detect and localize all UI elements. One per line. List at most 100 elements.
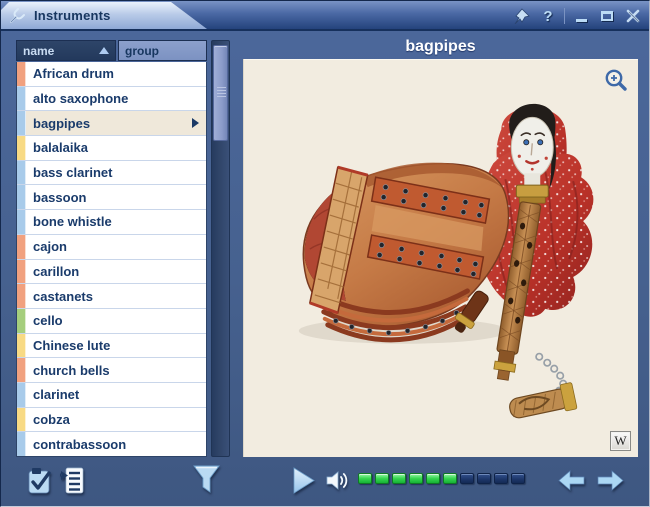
- volume-button[interactable]: [325, 469, 350, 497]
- column-header-group[interactable]: group: [118, 40, 207, 61]
- volume-segment[interactable]: [477, 473, 491, 484]
- play-button[interactable]: [292, 467, 316, 499]
- zoom-in-button[interactable]: [603, 67, 629, 93]
- list-item[interactable]: contrabassoon: [17, 432, 206, 456]
- list-item[interactable]: bassoon: [17, 185, 206, 210]
- help-button[interactable]: ?: [538, 6, 558, 26]
- filter-button[interactable]: [193, 465, 220, 501]
- previous-button[interactable]: [557, 469, 586, 497]
- list-item[interactable]: Chinese lute: [17, 334, 206, 359]
- group-color-strip: [17, 432, 26, 456]
- instrument-name: castanets: [33, 289, 93, 304]
- title-tab: Instruments: [1, 2, 209, 29]
- group-color-strip: [17, 334, 26, 358]
- list-item[interactable]: bass clarinet: [17, 161, 206, 186]
- scrollbar-grip: [217, 87, 226, 99]
- list-item[interactable]: church bells: [17, 358, 206, 383]
- group-color-strip: [17, 136, 26, 160]
- quiz-mode-button[interactable]: [28, 467, 53, 500]
- wikipedia-label: W: [614, 433, 626, 449]
- volume-segment[interactable]: [443, 473, 457, 484]
- column-group-label: group: [125, 44, 159, 58]
- list-item[interactable]: cello: [17, 309, 206, 334]
- window-controls: ?: [512, 5, 643, 27]
- instrument-name: church bells: [33, 363, 110, 378]
- instrument-name: contrabassoon: [33, 437, 126, 452]
- minimize-button[interactable]: [571, 6, 591, 26]
- volume-segment[interactable]: [392, 473, 406, 484]
- next-button[interactable]: [596, 469, 625, 497]
- instrument-rows: African drum alto saxophone bagpipes balala…: [16, 62, 207, 457]
- list-item[interactable]: alto saxophone: [17, 87, 206, 112]
- help-label: ?: [543, 8, 552, 25]
- sort-ascending-icon: [99, 47, 109, 54]
- instrument-name: balalaika: [33, 140, 88, 155]
- group-color-strip: [17, 235, 26, 259]
- instrument-name: cajon: [33, 239, 67, 254]
- volume-segment[interactable]: [375, 473, 389, 484]
- close-button[interactable]: [623, 6, 643, 26]
- group-color-strip: [17, 161, 26, 185]
- volume-segment[interactable]: [511, 473, 525, 484]
- tuning-fork-icon: [9, 8, 26, 24]
- group-color-strip: [17, 284, 26, 308]
- column-name-label: name: [23, 44, 54, 58]
- controls-divider: [564, 8, 565, 24]
- scrollbar-thumb[interactable]: [213, 45, 228, 141]
- list-item[interactable]: balalaika: [17, 136, 206, 161]
- arrow-right-icon: [596, 469, 625, 492]
- selected-row-arrow-icon: [192, 118, 199, 128]
- maximize-button[interactable]: [597, 6, 617, 26]
- bagpipes-illustration: [244, 59, 638, 457]
- instrument-name: Chinese lute: [33, 338, 110, 353]
- group-color-strip: [17, 358, 26, 382]
- volume-segment[interactable]: [460, 473, 474, 484]
- instrument-name: alto saxophone: [33, 91, 128, 106]
- group-color-strip: [17, 210, 26, 234]
- list-item[interactable]: cobza: [17, 408, 206, 433]
- filter-funnel-icon: [193, 465, 220, 496]
- list-item[interactable]: bone whistle: [17, 210, 206, 235]
- group-color-strip: [17, 87, 26, 111]
- title-bar[interactable]: Instruments ?: [1, 1, 649, 31]
- group-color-strip: [17, 111, 26, 135]
- group-color-strip: [17, 260, 26, 284]
- arrow-left-icon: [557, 469, 586, 492]
- instrument-name: cobza: [33, 412, 70, 427]
- instruments-window: Instruments ? name: [0, 0, 650, 507]
- speaker-icon: [325, 469, 350, 492]
- pin-icon[interactable]: [512, 6, 532, 26]
- list-item[interactable]: clarinet: [17, 383, 206, 408]
- volume-segment[interactable]: [358, 473, 372, 484]
- group-color-strip: [17, 383, 26, 407]
- list-item[interactable]: castanets: [17, 284, 206, 309]
- wikipedia-button[interactable]: W: [610, 431, 631, 451]
- instrument-name: bagpipes: [33, 116, 90, 131]
- group-color-strip: [17, 185, 26, 209]
- list-item[interactable]: bagpipes: [17, 111, 206, 136]
- volume-segment[interactable]: [409, 473, 423, 484]
- magnifier-icon: [603, 67, 629, 93]
- list-arrow-icon: [59, 467, 84, 495]
- instrument-name: African drum: [33, 66, 114, 81]
- group-color-strip: [17, 62, 26, 86]
- checkbox-icon: [28, 467, 53, 495]
- volume-meter: [358, 473, 525, 484]
- instrument-name: clarinet: [33, 387, 79, 402]
- list-header: name group: [16, 40, 207, 61]
- instrument-name: carillon: [33, 264, 79, 279]
- volume-segment[interactable]: [426, 473, 440, 484]
- list-item[interactable]: cajon: [17, 235, 206, 260]
- group-color-strip: [17, 309, 26, 333]
- list-item[interactable]: carillon: [17, 260, 206, 285]
- instrument-name: bassoon: [33, 190, 86, 205]
- column-header-name[interactable]: name: [16, 40, 116, 61]
- detail-title: bagpipes: [243, 38, 638, 59]
- index-list-button[interactable]: [59, 467, 84, 500]
- volume-segment[interactable]: [494, 473, 508, 484]
- window-title: Instruments: [34, 8, 111, 23]
- instrument-image-panel: W: [243, 59, 638, 457]
- list-item[interactable]: African drum: [17, 62, 206, 87]
- list-scrollbar[interactable]: [211, 40, 230, 457]
- group-color-strip: [17, 408, 26, 432]
